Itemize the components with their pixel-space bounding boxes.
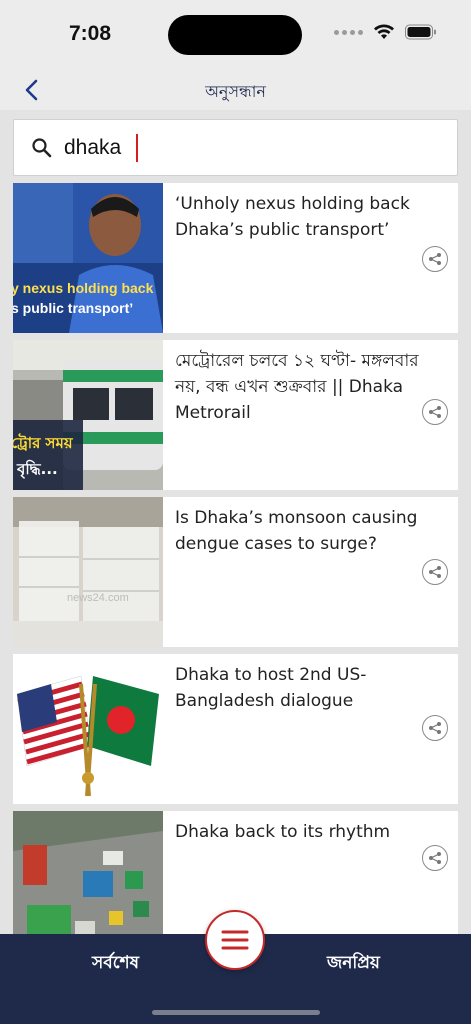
share-icon <box>429 253 441 265</box>
share-icon <box>429 852 441 864</box>
share-icon <box>429 406 441 418</box>
thumbnail-caption-line2: বৃদ্ধি... <box>16 459 58 480</box>
search-icon <box>32 138 52 158</box>
article-thumbnail: ট্রোর সময় বৃদ্ধি... <box>13 340 163 490</box>
share-button[interactable] <box>422 845 448 871</box>
list-item[interactable]: y nexus holding back s public transport’… <box>13 183 458 333</box>
thumbnail-caption-line1: ট্রোর সময় <box>13 433 74 452</box>
navigation-bar: অনুসন্ধান <box>0 70 471 110</box>
share-button[interactable] <box>422 559 448 585</box>
list-item[interactable]: Dhaka to host 2nd US-Bangladesh dialogue <box>13 654 458 804</box>
article-thumbnail: y nexus holding back s public transport’ <box>13 183 163 333</box>
article-title: মেট্রোরেল চলবে ১২ ঘণ্টা- মঙ্গলবার নয়, ব… <box>175 351 419 423</box>
article-thumbnail: news24.com <box>13 497 163 647</box>
article-title: Is Dhaka’s monsoon causing dengue cases … <box>175 508 418 554</box>
thumbnail-watermark: news24.com <box>67 592 129 604</box>
hamburger-menu-icon <box>221 930 249 950</box>
article-title: Dhaka to host 2nd US-Bangladesh dialogue <box>175 665 367 711</box>
thumbnail-caption-line1: y nexus holding back <box>13 280 154 296</box>
share-icon <box>429 722 441 734</box>
status-bar: 7:08 <box>0 0 471 70</box>
dynamic-island <box>168 15 302 55</box>
home-indicator <box>152 1010 320 1015</box>
article-title: Dhaka back to its rhythm <box>175 822 391 842</box>
text-caret <box>136 134 138 162</box>
share-icon <box>429 566 441 578</box>
list-item[interactable]: news24.com Is Dhaka’s monsoon causing de… <box>13 497 458 647</box>
article-title: ‘Unholy nexus holding back Dhaka’s publi… <box>175 194 410 240</box>
status-indicators <box>334 24 437 40</box>
list-item[interactable]: ট্রোর সময় বৃদ্ধি... মেট্রোরেল চলবে ১২ ঘ… <box>13 340 458 490</box>
share-button[interactable] <box>422 399 448 425</box>
tab-popular[interactable]: জনপ্রিয় <box>327 950 380 978</box>
share-button[interactable] <box>422 246 448 272</box>
search-input[interactable] <box>64 130 444 166</box>
search-box[interactable] <box>13 119 458 176</box>
wifi-icon <box>373 24 395 40</box>
battery-icon <box>405 24 437 40</box>
page-title: অনুসন্ধান <box>205 82 266 101</box>
status-time: 7:08 <box>69 22 112 45</box>
menu-button[interactable] <box>205 910 265 970</box>
thumbnail-caption-line2: s public transport’ <box>13 300 133 316</box>
article-thumbnail <box>13 654 163 804</box>
share-button[interactable] <box>422 715 448 741</box>
cellular-signal-icon <box>334 29 363 35</box>
tab-latest[interactable]: সর্বশেষ <box>92 950 139 978</box>
